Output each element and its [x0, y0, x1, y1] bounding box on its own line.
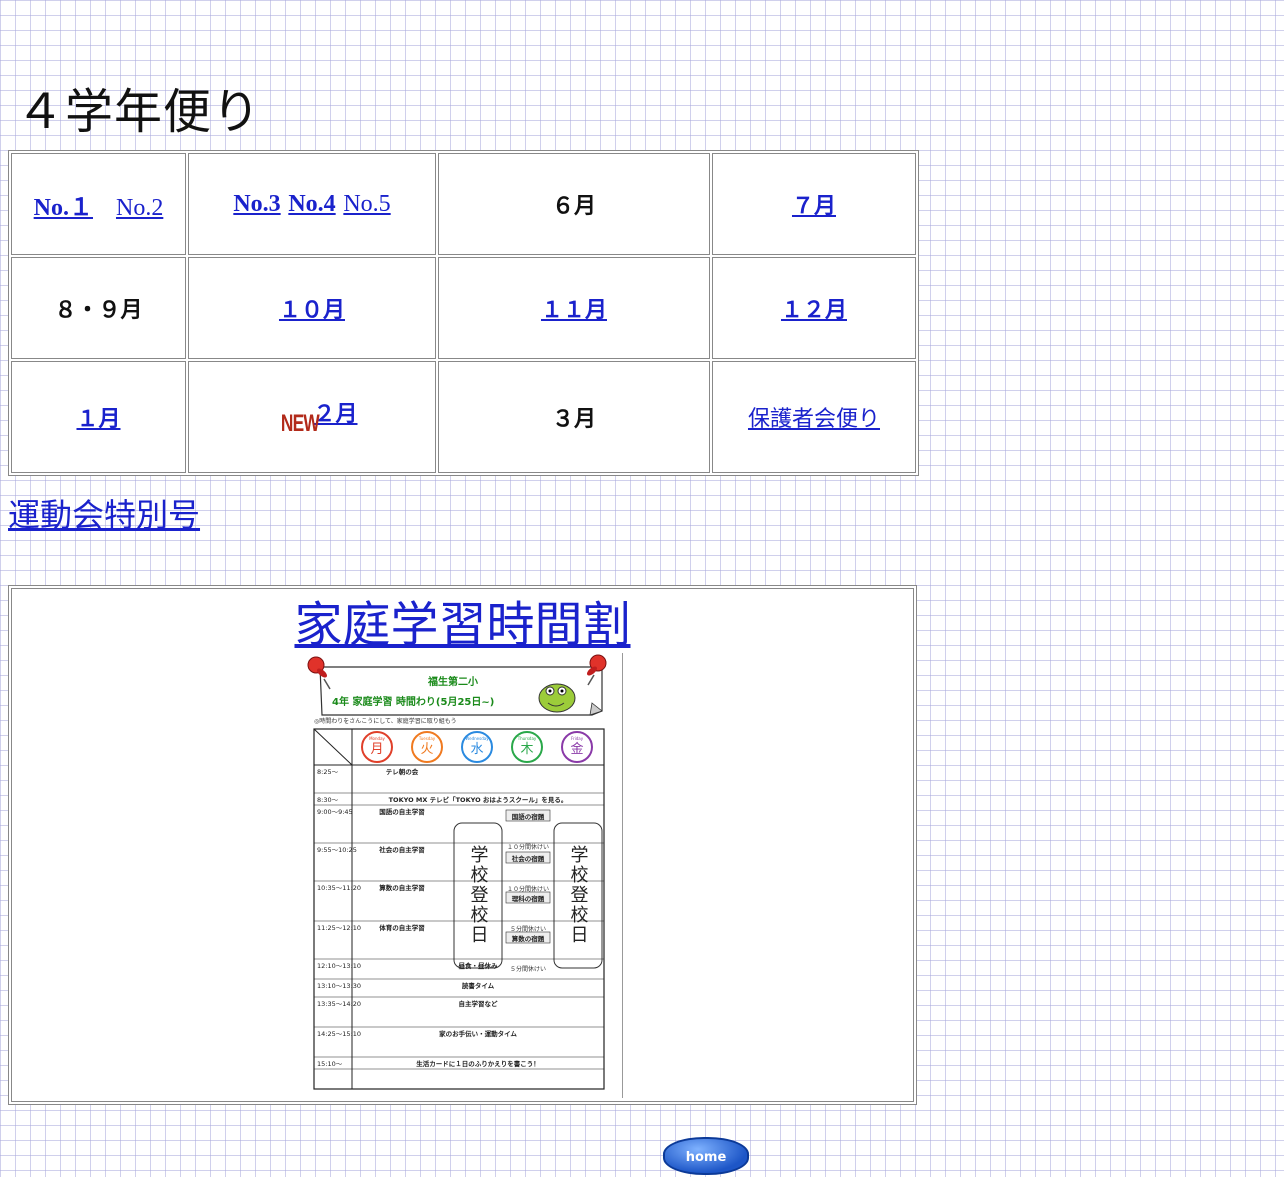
sheet-row-5: 算数の自主学習: [378, 883, 425, 892]
sheet-row-6: 体育の自主学習: [379, 923, 425, 932]
day-label-2: 火: [420, 742, 433, 757]
day-en-label-4: Thursday: [517, 736, 537, 741]
sheet-time-3: 9:00〜9:45: [317, 808, 353, 816]
sheet-row-3: 国語の自主学習: [379, 807, 425, 816]
homework-label-2: 社会の宿題: [512, 854, 545, 863]
sheet-row-2: TOKYO MX テレビ「TOKYO おはようスクール」を見る。: [389, 795, 568, 804]
sheet-row-1: テレ朝の会: [386, 767, 419, 776]
homework-label-4: 算数の宿題: [511, 934, 545, 943]
home-study-table: 家庭学習時間割 福生第二小 4年 家庭学習 時間わり(5月25日~) ◎時間わり…: [8, 585, 917, 1105]
school-day-label-fri: 学校登校日: [568, 845, 589, 945]
school-day-label-tue: 学校登校日: [468, 845, 489, 945]
link-december[interactable]: １２月: [781, 298, 847, 323]
study-schedule-image[interactable]: 福生第二小 4年 家庭学習 時間わり(5月25日~) ◎時間わりをさんこうにして…: [302, 653, 623, 1098]
link-no2[interactable]: No.2: [116, 195, 163, 221]
homework-label-3: 理科の宿題: [512, 894, 545, 903]
sheet-intro: ◎時間わりをさんこうにして、家庭学習に取り組もう: [314, 717, 457, 725]
cell-june: ６月: [438, 153, 710, 255]
sheet-time-2: 8:30〜: [317, 796, 339, 804]
link-no3[interactable]: No.3: [233, 191, 280, 217]
sheet-row-4: 社会の自主学習: [379, 845, 425, 854]
cell-no1-no2: No.１ No.2: [11, 153, 186, 255]
cell-parents-meeting: 保護者会便り: [712, 361, 916, 473]
link-january[interactable]: １月: [76, 407, 120, 432]
sheet-time-6: 11:25〜12:10: [317, 924, 361, 932]
day-en-label-1: Monday: [369, 736, 385, 741]
homework-label-1: 国語の宿題: [512, 812, 545, 821]
cell-october: １０月: [188, 257, 436, 359]
day-en-label-2: Tuesday: [418, 736, 436, 741]
cell-december: １２月: [712, 257, 916, 359]
cell-february: NEW２月: [188, 361, 436, 473]
cell-no3-no5: No.3 No.4 No.5: [188, 153, 436, 255]
day-en-label-5: Friday: [571, 736, 584, 741]
day-label-5: 金: [570, 741, 583, 757]
label-march: ３月: [551, 407, 596, 432]
day-label-3: 水: [470, 742, 483, 757]
sheet-time-7: 12:10〜13:10: [317, 962, 361, 970]
link-february[interactable]: ２月: [313, 402, 357, 427]
home-study-cell: 家庭学習時間割 福生第二小 4年 家庭学習 時間わり(5月25日~) ◎時間わり…: [11, 588, 914, 1102]
link-sports-day-special[interactable]: 運動会特別号: [8, 490, 200, 536]
link-no1[interactable]: No.１: [34, 195, 93, 221]
sheet-row-7: 昼食・昼休み: [459, 961, 499, 970]
month-links-table: No.１ No.2 No.3 No.4 No.5 ６月 ７月 ８・９月 １０月 …: [8, 150, 919, 476]
new-badge-icon: NEW: [281, 410, 320, 437]
home-button[interactable]: home: [663, 1137, 749, 1175]
link-july[interactable]: ７月: [792, 194, 836, 219]
label-june: ６月: [551, 194, 596, 219]
sheet-row-10: 家のお手伝い・運動タイム: [439, 1029, 517, 1038]
sheet-time-11: 15:10〜: [317, 1060, 343, 1068]
cell-july: ７月: [712, 153, 916, 255]
page-title: ４学年便り: [16, 84, 262, 140]
sheet-heading: 4年 家庭学習 時間わり(5月25日~): [332, 695, 494, 708]
sheet-time-5: 10:35〜11:20: [317, 884, 361, 892]
cell-march: ３月: [438, 361, 710, 473]
day-en-label-3: Wednesday: [465, 736, 489, 741]
link-no4[interactable]: No.4: [288, 191, 335, 217]
link-november[interactable]: １１月: [541, 298, 607, 323]
sheet-row-11: 生活カードに１日のふりかえりを書こう！: [416, 1059, 540, 1068]
link-parents-meeting[interactable]: 保護者会便り: [748, 407, 880, 432]
sheet-time-4: 9:55〜10:25: [317, 846, 357, 854]
cell-november: １１月: [438, 257, 710, 359]
sheet-school-name: 福生第二小: [427, 675, 478, 688]
cell-january: １月: [11, 361, 186, 473]
link-no5[interactable]: No.5: [343, 191, 390, 217]
break-label-4: ５分間休けい: [510, 965, 546, 973]
sheet-row-9: 自主学習など: [459, 999, 499, 1008]
cell-aug-sep: ８・９月: [11, 257, 186, 359]
home-button-label: home: [685, 1150, 727, 1165]
sheet-row-8: 読書タイム: [462, 981, 495, 990]
sheet-time-1: 8:25〜: [317, 768, 339, 776]
sheet-time-8: 13:10〜13:30: [317, 982, 361, 990]
label-aug-sep: ８・９月: [54, 298, 143, 323]
day-label-1: 月: [370, 742, 383, 757]
link-home-study-schedule[interactable]: 家庭学習時間割: [12, 597, 913, 653]
link-october[interactable]: １０月: [279, 298, 345, 323]
frog-mascot-icon: [538, 683, 576, 713]
sheet-time-9: 13:35〜14:20: [317, 1000, 361, 1008]
break-label-1: １０分間休けい: [507, 843, 549, 851]
day-label-4: 木: [520, 742, 533, 757]
sheet-time-10: 14:25〜15:10: [317, 1030, 361, 1038]
